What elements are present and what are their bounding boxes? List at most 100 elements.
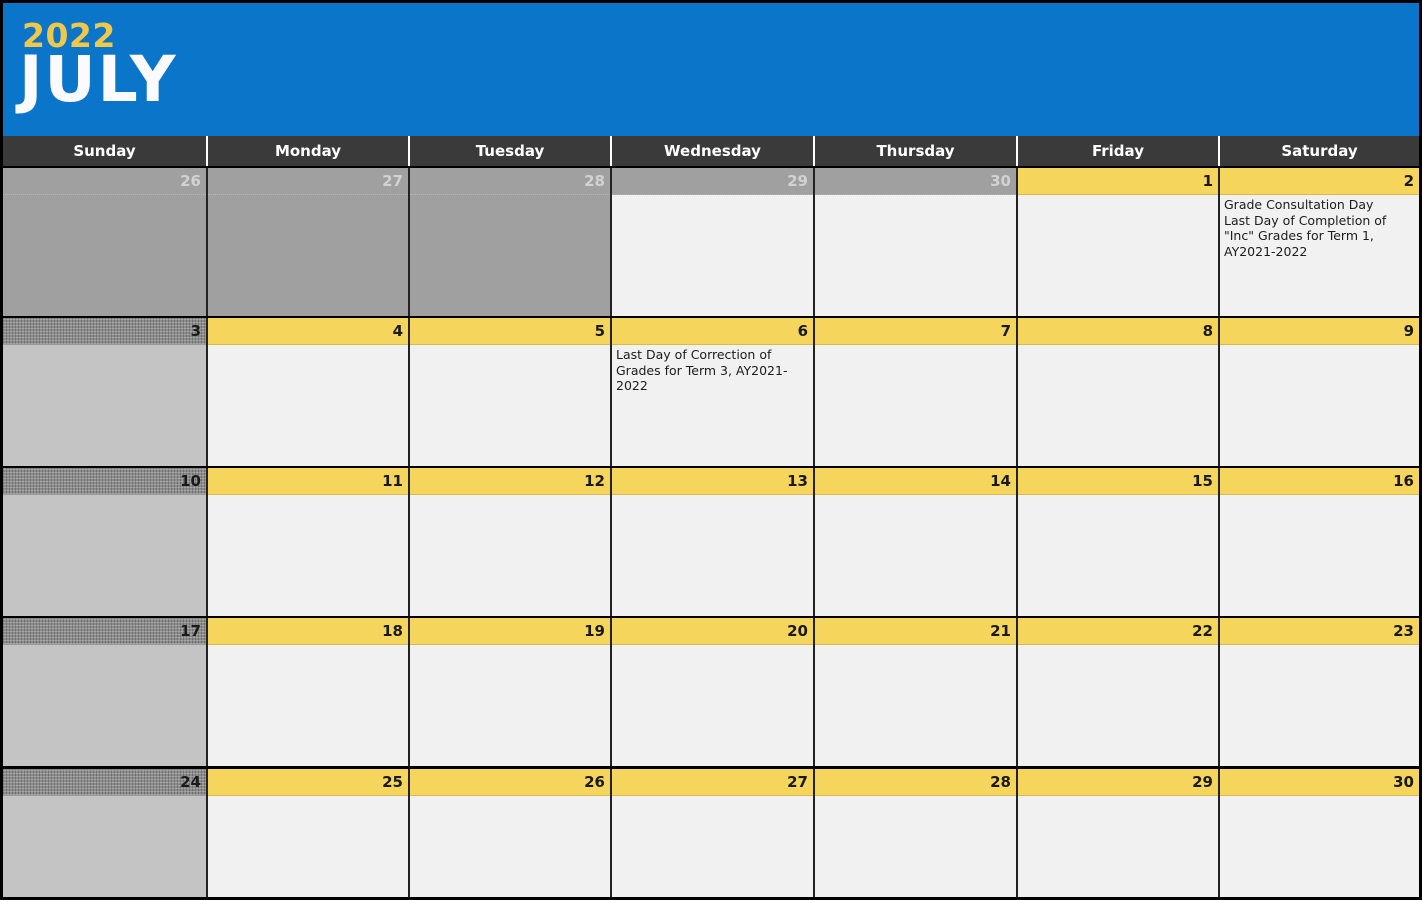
day-number: 24 <box>180 773 201 791</box>
calendar-day-cell[interactable]: 4 <box>208 318 410 466</box>
calendar-day-cell[interactable]: 23 <box>1220 618 1419 766</box>
calendar-day-cell[interactable]: 22 <box>1018 618 1220 766</box>
day-number-strip: 18 <box>208 618 408 645</box>
day-number-strip: 27 <box>612 769 813 796</box>
day-number: 5 <box>594 322 605 340</box>
day-number-strip: 21 <box>815 618 1016 645</box>
weekday-header-saturday: Saturday <box>1281 142 1358 160</box>
calendar-day-cell[interactable]: 29 <box>1018 769 1220 897</box>
day-number: 3 <box>190 322 201 340</box>
calendar-day-cell[interactable]: 2 Grade Consultation Day Last Day of Compl… <box>1220 168 1419 316</box>
calendar-day-cell[interactable]: 28 <box>815 769 1018 897</box>
calendar-day-cell[interactable]: 26 <box>410 769 612 897</box>
day-number: 28 <box>584 172 605 190</box>
day-number-strip: 30 <box>1220 769 1419 796</box>
day-number-strip: 29 <box>1018 769 1218 796</box>
day-number: 11 <box>382 472 403 490</box>
calendar-day-cell[interactable]: 6 Last Day of Correction of Grades for Te… <box>612 318 815 466</box>
calendar-day-cell[interactable]: 26 <box>3 168 208 316</box>
day-number-strip: 19 <box>410 618 610 645</box>
weekday-header-tuesday: Tuesday <box>410 136 612 166</box>
day-number-strip: 14 <box>815 468 1016 495</box>
calendar-day-cell[interactable]: 20 <box>612 618 815 766</box>
day-number-strip: 28 <box>410 168 610 195</box>
day-number: 12 <box>584 472 605 490</box>
day-number-strip: 15 <box>1018 468 1218 495</box>
calendar-day-cell[interactable]: 18 <box>208 618 410 766</box>
calendar-day-cell[interactable]: 27 <box>208 168 410 316</box>
day-number: 20 <box>787 622 808 640</box>
calendar-week-row: 17 18 19 20 21 22 23 <box>3 616 1419 766</box>
day-number-strip: 23 <box>1220 618 1419 645</box>
calendar-day-cell[interactable]: 17 <box>3 618 208 766</box>
calendar-day-cell[interactable]: 27 <box>612 769 815 897</box>
day-number: 27 <box>382 172 403 190</box>
day-number-strip: 7 <box>815 318 1016 345</box>
weekday-header-wednesday: Wednesday <box>612 136 815 166</box>
calendar-event[interactable]: Grade Consultation Day <box>1224 197 1416 213</box>
calendar-title-bar: 2022 JULY <box>3 3 1419 136</box>
calendar-day-cell[interactable]: 1 <box>1018 168 1220 316</box>
calendar-day-cell[interactable]: 19 <box>410 618 612 766</box>
calendar-grid: 26 27 28 29 30 1 2 Grade Consultation Day Last D… <box>3 166 1419 897</box>
calendar-day-cell[interactable]: 25 <box>208 769 410 897</box>
day-number: 6 <box>797 322 808 340</box>
day-number-strip: 11 <box>208 468 408 495</box>
day-events-list: Last Day of Correction of Grades for Ter… <box>612 345 813 394</box>
day-number: 29 <box>1192 773 1213 791</box>
calendar-day-cell[interactable]: 7 <box>815 318 1018 466</box>
day-number-strip: 2 <box>1220 168 1419 195</box>
day-number-strip: 30 <box>815 168 1016 195</box>
calendar-week-row: 3 4 5 6 Last Day of Correction of Grades for… <box>3 316 1419 466</box>
day-number-strip: 10 <box>3 468 206 495</box>
day-number: 2 <box>1403 172 1414 190</box>
calendar-page: 2022 JULY Sunday Monday Tuesday Wednesday Th… <box>3 3 1419 897</box>
day-number: 16 <box>1393 472 1414 490</box>
calendar-day-cell[interactable]: 30 <box>1220 769 1419 897</box>
day-number-strip: 24 <box>3 769 206 796</box>
calendar-day-cell[interactable]: 14 <box>815 468 1018 616</box>
day-number: 7 <box>1000 322 1011 340</box>
day-number-strip: 22 <box>1018 618 1218 645</box>
calendar-day-cell[interactable]: 21 <box>815 618 1018 766</box>
day-number: 17 <box>180 622 201 640</box>
day-number: 23 <box>1393 622 1414 640</box>
day-number: 13 <box>787 472 808 490</box>
weekday-header-thursday: Thursday <box>815 136 1018 166</box>
day-number: 9 <box>1403 322 1414 340</box>
day-number: 8 <box>1202 322 1213 340</box>
calendar-day-cell[interactable]: 8 <box>1018 318 1220 466</box>
calendar-week-row: 10 11 12 13 14 15 16 <box>3 466 1419 616</box>
day-number-strip: 1 <box>1018 168 1218 195</box>
calendar-day-cell[interactable]: 11 <box>208 468 410 616</box>
day-number: 27 <box>787 773 808 791</box>
calendar-event[interactable]: Last Day of Correction of Grades for Ter… <box>616 347 810 394</box>
calendar-day-cell[interactable]: 13 <box>612 468 815 616</box>
weekday-header-friday: Friday <box>1018 136 1220 166</box>
day-number: 15 <box>1192 472 1213 490</box>
weekday-header-sunday: Sunday <box>3 136 208 166</box>
weekday-header-monday: Monday <box>208 136 410 166</box>
calendar-day-cell[interactable]: 15 <box>1018 468 1220 616</box>
calendar-event[interactable]: Last Day of Completion of "Inc" Grades f… <box>1224 213 1416 260</box>
day-number: 26 <box>584 773 605 791</box>
day-number-strip: 29 <box>612 168 813 195</box>
day-number-strip: 26 <box>410 769 610 796</box>
day-number-strip: 6 <box>612 318 813 345</box>
day-number: 21 <box>990 622 1011 640</box>
calendar-day-cell[interactable]: 16 <box>1220 468 1419 616</box>
calendar-day-cell[interactable]: 3 <box>3 318 208 466</box>
day-number: 26 <box>180 172 201 190</box>
calendar-week-row: 24 25 26 27 28 29 30 <box>3 766 1419 897</box>
calendar-day-cell[interactable]: 12 <box>410 468 612 616</box>
calendar-day-cell[interactable]: 24 <box>3 769 208 897</box>
day-number-strip: 26 <box>3 168 206 195</box>
day-number-strip: 9 <box>1220 318 1419 345</box>
calendar-day-cell[interactable]: 9 <box>1220 318 1419 466</box>
calendar-day-cell[interactable]: 28 <box>410 168 612 316</box>
calendar-day-cell[interactable]: 10 <box>3 468 208 616</box>
calendar-day-cell[interactable]: 29 <box>612 168 815 316</box>
weekday-header-row: Sunday Monday Tuesday Wednesday Thursday Frid… <box>3 136 1419 166</box>
calendar-day-cell[interactable]: 30 <box>815 168 1018 316</box>
calendar-day-cell[interactable]: 5 <box>410 318 612 466</box>
